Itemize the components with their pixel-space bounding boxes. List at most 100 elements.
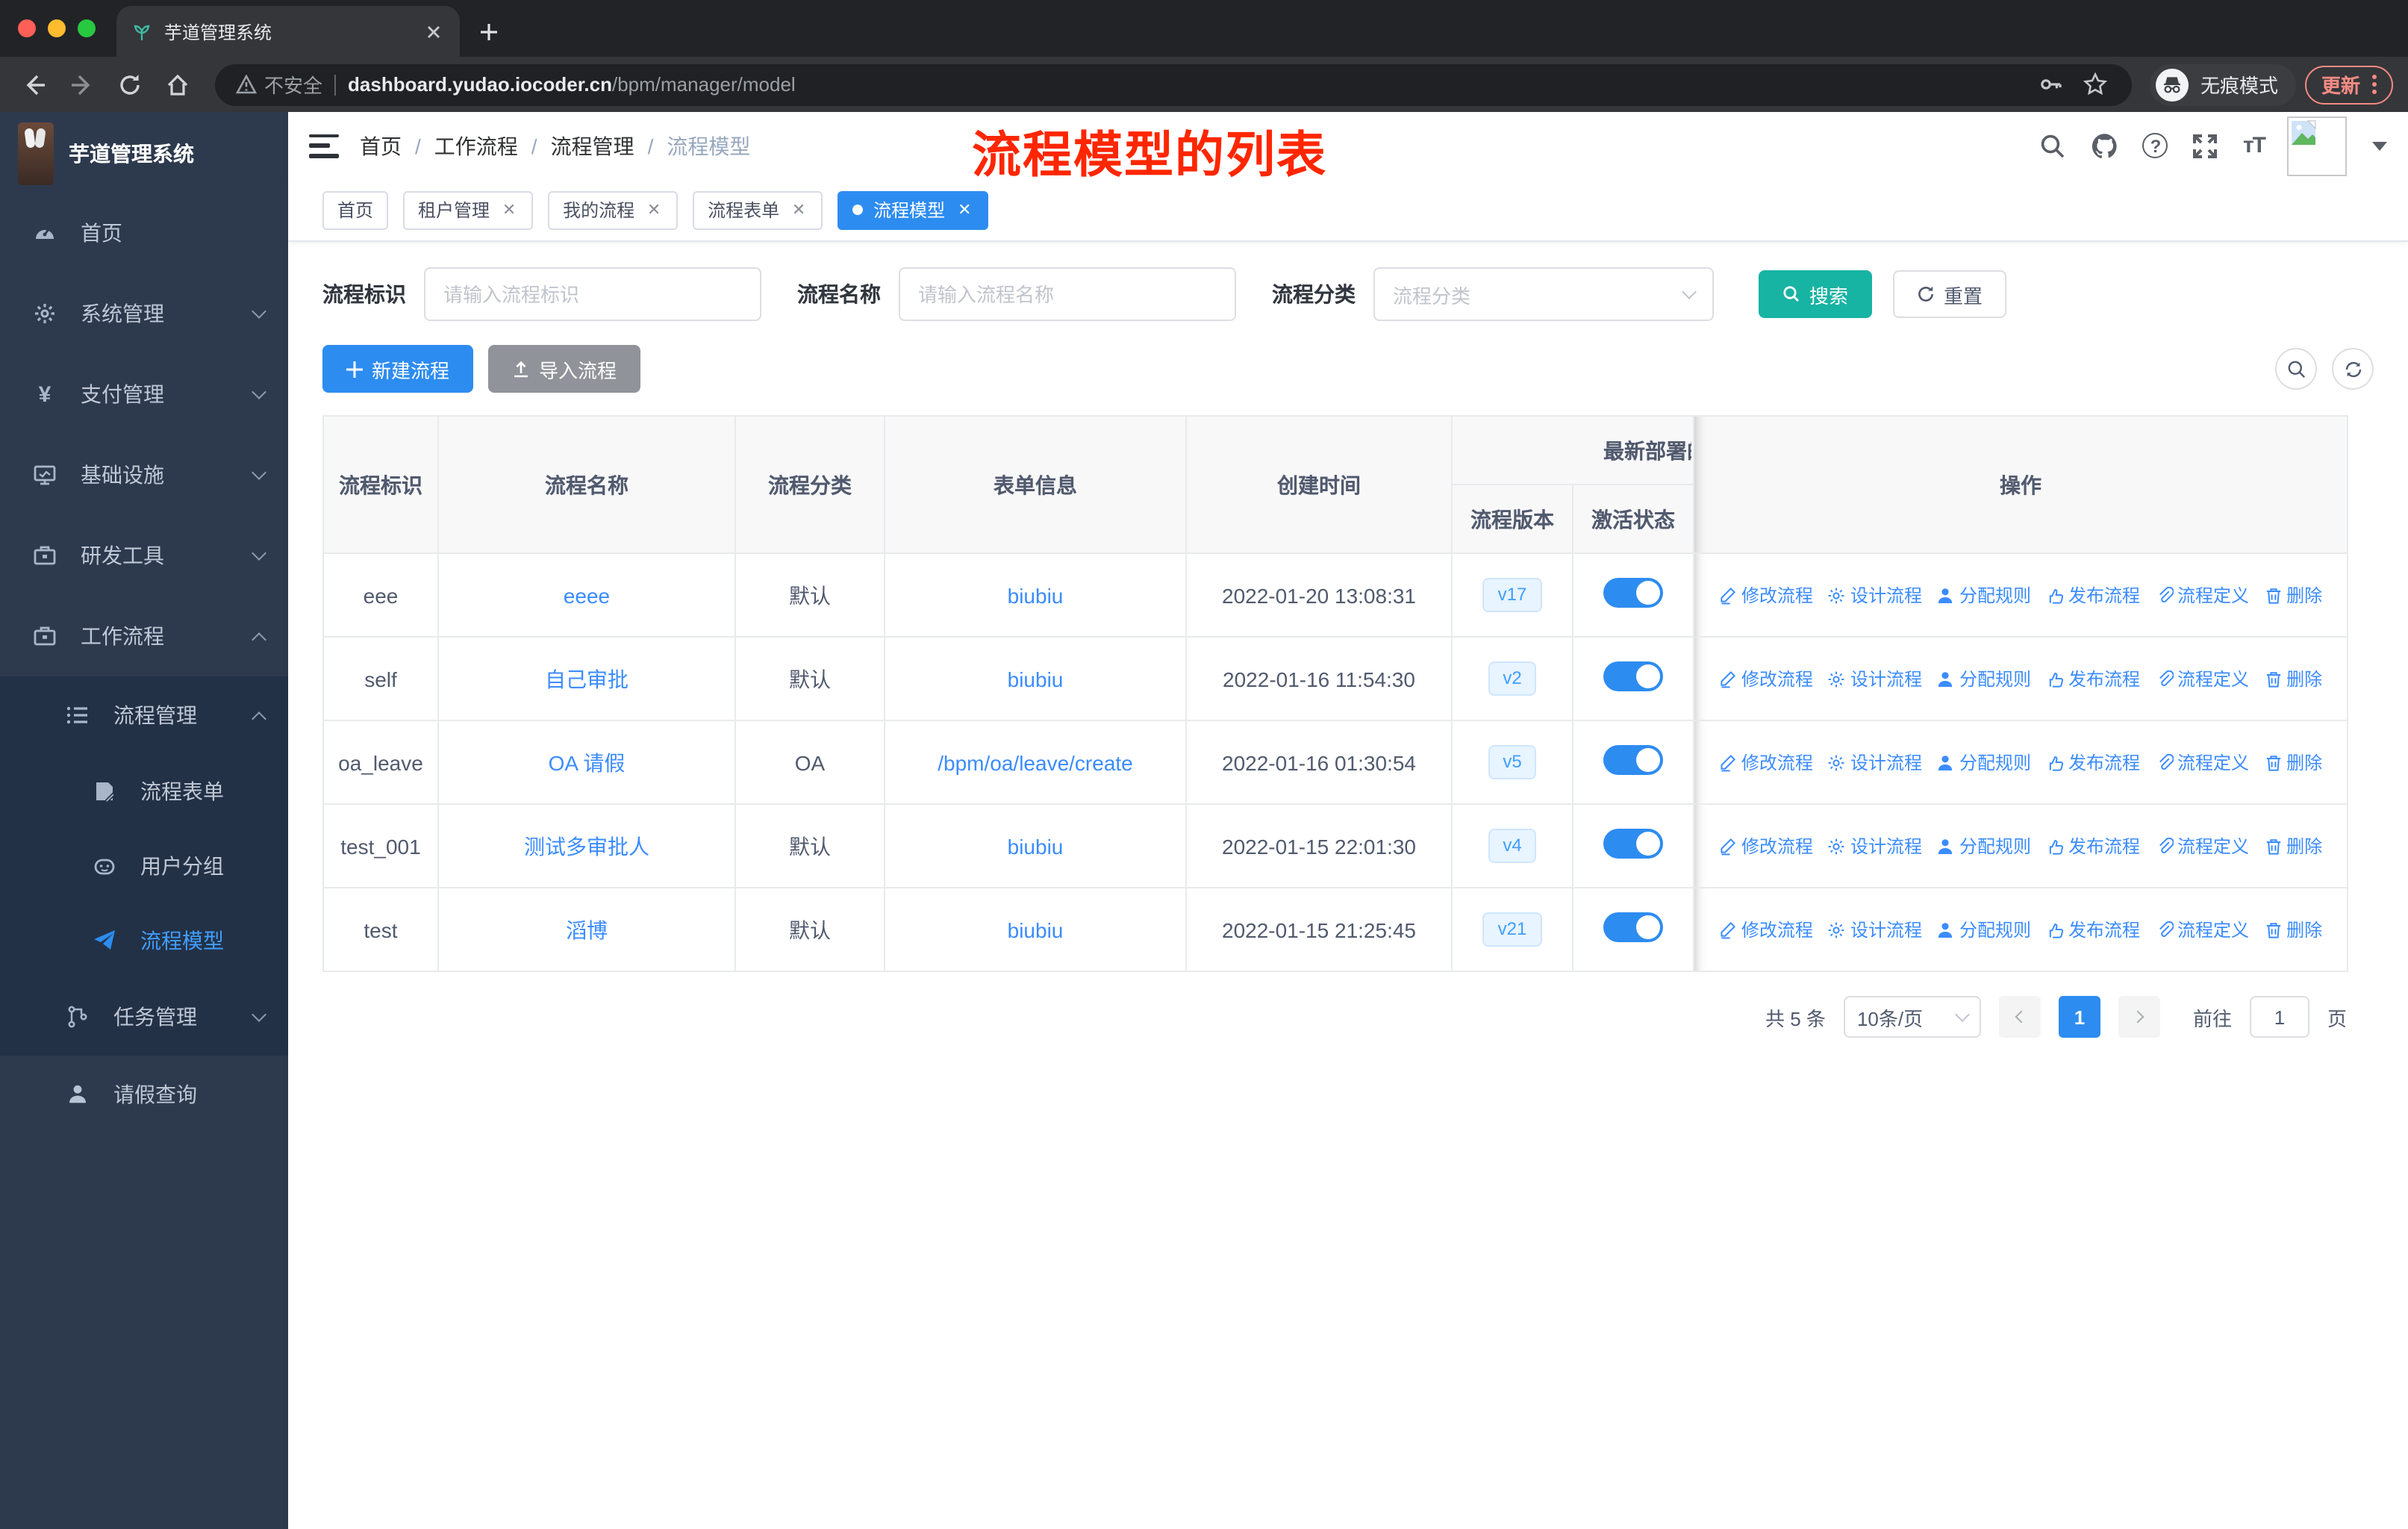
action-link-link[interactable]: 流程定义	[2155, 833, 2249, 859]
zoom-window-button[interactable]	[78, 19, 96, 37]
action-publish-link[interactable]: 发布流程	[2046, 833, 2140, 859]
minimize-window-button[interactable]	[48, 19, 66, 37]
show-search-icon[interactable]	[2275, 348, 2317, 390]
sidebar-item-system[interactable]: 系统管理	[0, 273, 288, 354]
page-1-button[interactable]: 1	[2058, 996, 2100, 1038]
action-publish-link[interactable]: 发布流程	[2046, 750, 2140, 775]
next-page-button[interactable]	[2118, 996, 2160, 1038]
form-info-link[interactable]: biubiu	[1008, 583, 1064, 607]
sidebar-item-payment[interactable]: ¥ 支付管理	[0, 354, 288, 435]
process-name-link[interactable]: OA 请假	[549, 750, 626, 774]
breadcrumb-workflow[interactable]: 工作流程	[434, 131, 518, 161]
password-key-icon[interactable]	[2036, 69, 2066, 99]
close-icon[interactable]: ✕	[500, 201, 518, 219]
collapse-sidebar-icon[interactable]	[309, 134, 339, 158]
active-toggle[interactable]	[1603, 912, 1663, 942]
browser-tab[interactable]: 芋道管理系统	[116, 6, 460, 57]
action-delete-link[interactable]: 删除	[2264, 917, 2322, 942]
active-toggle[interactable]	[1603, 661, 1663, 691]
form-info-link[interactable]: /bpm/oa/leave/create	[938, 750, 1133, 774]
refresh-icon[interactable]	[2332, 348, 2374, 390]
action-link-link[interactable]: 流程定义	[2155, 917, 2249, 942]
tag-my-process[interactable]: 我的流程 ✕	[548, 190, 679, 229]
sidebar-item-devtools[interactable]: 研发工具	[0, 515, 288, 596]
new-tab-button[interactable]	[469, 12, 508, 51]
tag-process-model[interactable]: 流程模型 ✕	[838, 190, 989, 229]
search-button[interactable]: 搜索	[1759, 270, 1873, 318]
action-user-link[interactable]: 分配规则	[1937, 666, 2031, 691]
sidebar-item-leave-query[interactable]: 请假查询	[0, 1056, 288, 1133]
action-delete-link[interactable]: 删除	[2264, 666, 2322, 691]
update-browser-button[interactable]: 更新	[2304, 65, 2393, 104]
action-edit-link[interactable]: 修改流程	[1719, 582, 1813, 608]
goto-page-input[interactable]	[2249, 996, 2309, 1038]
prev-page-button[interactable]	[1998, 996, 2041, 1038]
breadcrumb-home[interactable]: 首页	[360, 131, 402, 161]
process-name-link[interactable]: eeee	[564, 583, 610, 607]
breadcrumb-process-mgmt[interactable]: 流程管理	[551, 131, 634, 161]
reload-icon[interactable]	[110, 65, 149, 104]
font-size-icon[interactable]: ᴛT	[2243, 133, 2266, 158]
process-name-link[interactable]: 自己审批	[545, 667, 628, 691]
sidebar-item-task-mgmt[interactable]: 任务管理	[0, 978, 288, 1056]
action-user-link[interactable]: 分配规则	[1937, 833, 2031, 859]
action-setting-link[interactable]: 设计流程	[1828, 917, 1922, 942]
avatar-caret-icon[interactable]	[2372, 141, 2387, 150]
action-delete-link[interactable]: 删除	[2264, 833, 2322, 859]
tab-close-icon[interactable]	[421, 19, 445, 43]
page-size-select[interactable]: 10条/页	[1843, 996, 1981, 1038]
sidebar-item-infra[interactable]: 基础设施	[0, 435, 288, 515]
category-select[interactable]: 流程分类	[1373, 267, 1714, 321]
avatar[interactable]	[2287, 116, 2347, 175]
sidebar-item-workflow[interactable]: 工作流程	[0, 596, 288, 676]
action-edit-link[interactable]: 修改流程	[1719, 833, 1813, 859]
process-name-link[interactable]: 测试多审批人	[524, 834, 649, 858]
active-toggle[interactable]	[1603, 578, 1663, 608]
close-icon[interactable]: ✕	[645, 201, 663, 219]
sidebar-item-process-model[interactable]: 流程模型	[0, 903, 288, 978]
forward-icon[interactable]	[63, 65, 102, 104]
sidebar-item-process-mgmt[interactable]: 流程管理	[0, 676, 288, 754]
not-secure-warning[interactable]: 不安全	[236, 70, 322, 99]
action-user-link[interactable]: 分配规则	[1937, 917, 2031, 942]
sidebar-item-home[interactable]: 首页	[0, 193, 288, 273]
action-setting-link[interactable]: 设计流程	[1828, 750, 1922, 775]
close-window-button[interactable]	[18, 19, 36, 37]
tag-process-form[interactable]: 流程表单 ✕	[693, 190, 823, 229]
active-toggle[interactable]	[1603, 829, 1663, 859]
action-link-link[interactable]: 流程定义	[2155, 666, 2249, 691]
active-toggle[interactable]	[1603, 745, 1663, 775]
home-icon[interactable]	[158, 65, 197, 104]
process-key-input[interactable]	[424, 267, 761, 321]
import-process-button[interactable]: 导入流程	[488, 345, 641, 393]
action-setting-link[interactable]: 设计流程	[1828, 582, 1922, 608]
action-delete-link[interactable]: 删除	[2264, 582, 2322, 608]
process-name-link[interactable]: 滔博	[566, 918, 608, 941]
close-icon[interactable]: ✕	[955, 201, 973, 219]
browser-menu-icon[interactable]	[2372, 75, 2377, 94]
reset-button[interactable]: 重置	[1893, 270, 2007, 318]
address-bar[interactable]: 不安全 dashboard.yudao.iocoder.cn/bpm/manag…	[215, 63, 2132, 105]
action-setting-link[interactable]: 设计流程	[1828, 833, 1922, 859]
action-publish-link[interactable]: 发布流程	[2046, 666, 2140, 691]
github-icon[interactable]	[2091, 131, 2121, 161]
close-icon[interactable]: ✕	[790, 201, 808, 219]
form-info-link[interactable]: biubiu	[1008, 834, 1064, 858]
action-edit-link[interactable]: 修改流程	[1719, 750, 1813, 775]
action-publish-link[interactable]: 发布流程	[2046, 582, 2140, 608]
process-name-input[interactable]	[899, 267, 1236, 321]
action-link-link[interactable]: 流程定义	[2155, 750, 2249, 775]
action-edit-link[interactable]: 修改流程	[1719, 917, 1813, 942]
help-icon[interactable]: ?	[2142, 133, 2168, 158]
bookmark-star-icon[interactable]	[2081, 69, 2111, 99]
tag-home[interactable]: 首页	[322, 190, 389, 229]
search-icon[interactable]	[2039, 131, 2068, 161]
action-link-link[interactable]: 流程定义	[2155, 582, 2249, 608]
tag-tenant[interactable]: 租户管理 ✕	[403, 190, 534, 229]
form-info-link[interactable]: biubiu	[1008, 667, 1064, 691]
action-user-link[interactable]: 分配规则	[1937, 582, 2031, 608]
action-publish-link[interactable]: 发布流程	[2046, 917, 2140, 942]
sidebar-item-process-form[interactable]: 流程表单	[0, 754, 288, 829]
action-delete-link[interactable]: 删除	[2264, 750, 2322, 775]
action-setting-link[interactable]: 设计流程	[1828, 666, 1922, 691]
